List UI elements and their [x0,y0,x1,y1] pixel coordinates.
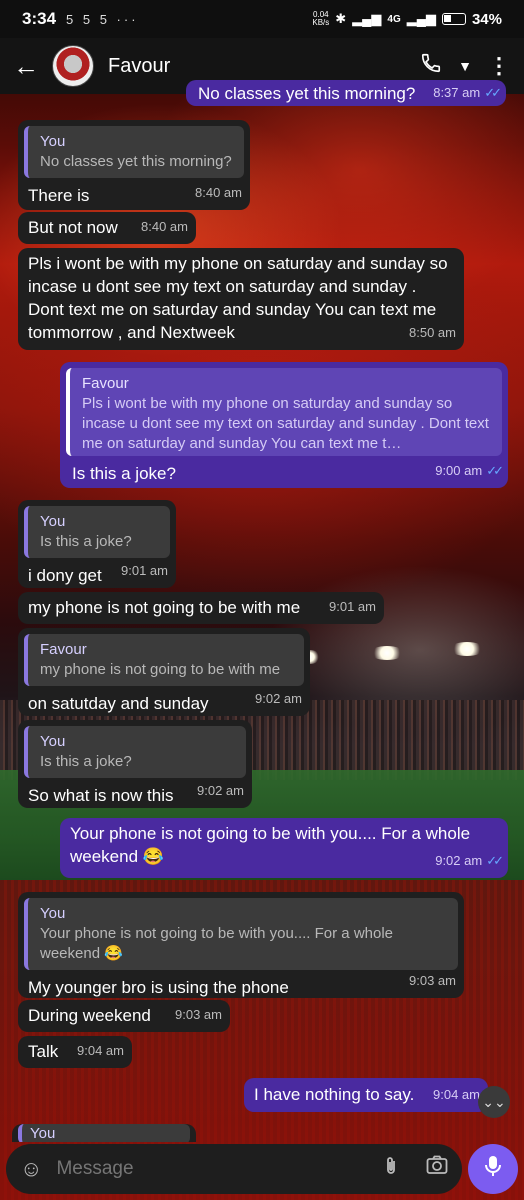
read-ticks-icon: ✓✓ [484,85,502,100]
message-time: 8:40 am [195,185,242,200]
net-speed: 0.04 KB/s [312,10,330,27]
paperclip-icon[interactable] [382,1155,400,1183]
message-bubble-incoming[interactable]: You Is this a joke? i dony get 9:01 am [18,500,176,588]
battery-icon [441,13,466,25]
message-bubble-incoming[interactable]: Talk 9:04 am [18,1036,132,1068]
quoted-message[interactable]: You Your phone is not going to be with y… [24,898,458,970]
message-bubble-incoming[interactable]: Favour my phone is not going to be with … [18,628,310,716]
message-bubble-incoming[interactable]: You No classes yet this morning? There i… [18,120,250,210]
message-time: 9:03 am [409,973,456,988]
read-ticks-icon: ✓✓ [486,463,504,478]
message-time: 8:37 am [433,85,481,100]
quoted-message[interactable]: You [18,1124,190,1142]
message-bubble-incoming[interactable]: During weekend 9:03 am [18,1000,230,1032]
message-time: 9:01 am [121,563,168,578]
mic-button[interactable] [468,1144,518,1194]
scroll-down-button[interactable]: ⌄⌄ [478,1086,510,1118]
message-time: 9:02 am [197,783,244,798]
read-ticks-icon: ✓✓ [486,853,504,868]
message-time: 8:40 am [141,219,188,234]
status-time: 3:34 [22,9,57,28]
avatar[interactable] [52,45,94,87]
contact-name[interactable]: Favour [108,55,170,78]
sticker-icon[interactable]: ☺ [20,1156,42,1182]
message-text: Pls i wont be with my phone on saturday … [28,254,448,342]
message-input[interactable] [56,1158,317,1180]
message-time: 9:03 am [175,1007,222,1022]
more-vertical-icon[interactable]: ⋮ [488,53,510,79]
arrow-left-icon: ← [13,50,39,81]
message-bubble-incoming-partial[interactable]: You [12,1124,196,1142]
message-time: 9:00 am [435,463,483,478]
status-bar: 3:34 5 5 5 ··· 0.04 KB/s ✱ ▂▄▆ 4G ▂▄▆ 34… [0,0,524,38]
bluetooth-icon: ✱ [335,11,347,26]
caret-down-icon[interactable]: ▼ [458,58,472,74]
battery-percent: 34% [471,10,502,28]
quoted-message[interactable]: You No classes yet this morning? [24,126,244,178]
composer-actions [382,1155,448,1183]
message-bubble-outgoing[interactable]: I have nothing to say. 9:04 am [244,1078,488,1112]
notification-icons: 5 5 5 ··· [66,11,139,27]
message-text: My younger bro is using the phone [28,978,289,997]
message-composer[interactable]: ☺ [6,1144,462,1194]
message-text: Your phone is not going to be with you..… [70,824,471,866]
message-time: 8:50 am [409,325,456,340]
message-text: my phone is not going to be with me [28,598,301,617]
message-time: 9:02 am [255,691,302,706]
message-bubble-incoming[interactable]: Pls i wont be with my phone on saturday … [18,248,464,350]
message-bubble-incoming[interactable]: You Your phone is not going to be with y… [18,892,464,998]
header-actions: ▼ ⋮ [420,52,524,80]
message-bubble-incoming[interactable]: But not now 8:40 am [18,212,196,244]
signal-icon: ▂▄▆ [352,11,382,26]
floodlight [450,642,484,656]
quoted-message[interactable]: Favour my phone is not going to be with … [24,634,304,686]
phone-icon[interactable] [420,52,442,80]
message-time: 9:02 am [435,853,483,868]
quoted-message[interactable]: Favour Pls i wont be with my phone on sa… [66,368,502,456]
signal-icon-2: ▂▄▆ [406,11,436,26]
message-time: 9:01 am [329,599,376,614]
status-right: 0.04 KB/s ✱ ▂▄▆ 4G ▂▄▆ 34% [312,11,502,28]
network-type: 4G [387,13,401,25]
camera-icon[interactable] [426,1155,448,1183]
double-chevron-down-icon: ⌄⌄ [482,1093,506,1110]
message-time: 9:04 am [77,1043,124,1058]
message-time: 9:04 am [433,1087,480,1102]
back-button[interactable]: ← [0,38,52,94]
floodlight [370,646,404,660]
message-bubble-incoming[interactable]: my phone is not going to be with me 9:01… [18,592,384,624]
quoted-message[interactable]: You Is this a joke? [24,726,246,778]
message-bubble-outgoing[interactable]: No classes yet this morning? 8:37 am ✓✓ [186,80,506,106]
message-bubble-outgoing[interactable]: Favour Pls i wont be with my phone on sa… [60,362,508,488]
message-bubble-outgoing[interactable]: Your phone is not going to be with you..… [60,818,508,878]
quoted-message[interactable]: You Is this a joke? [24,506,170,558]
mic-icon [484,1155,502,1183]
message-bubble-incoming[interactable]: You Is this a joke? So what is now this … [18,720,252,808]
